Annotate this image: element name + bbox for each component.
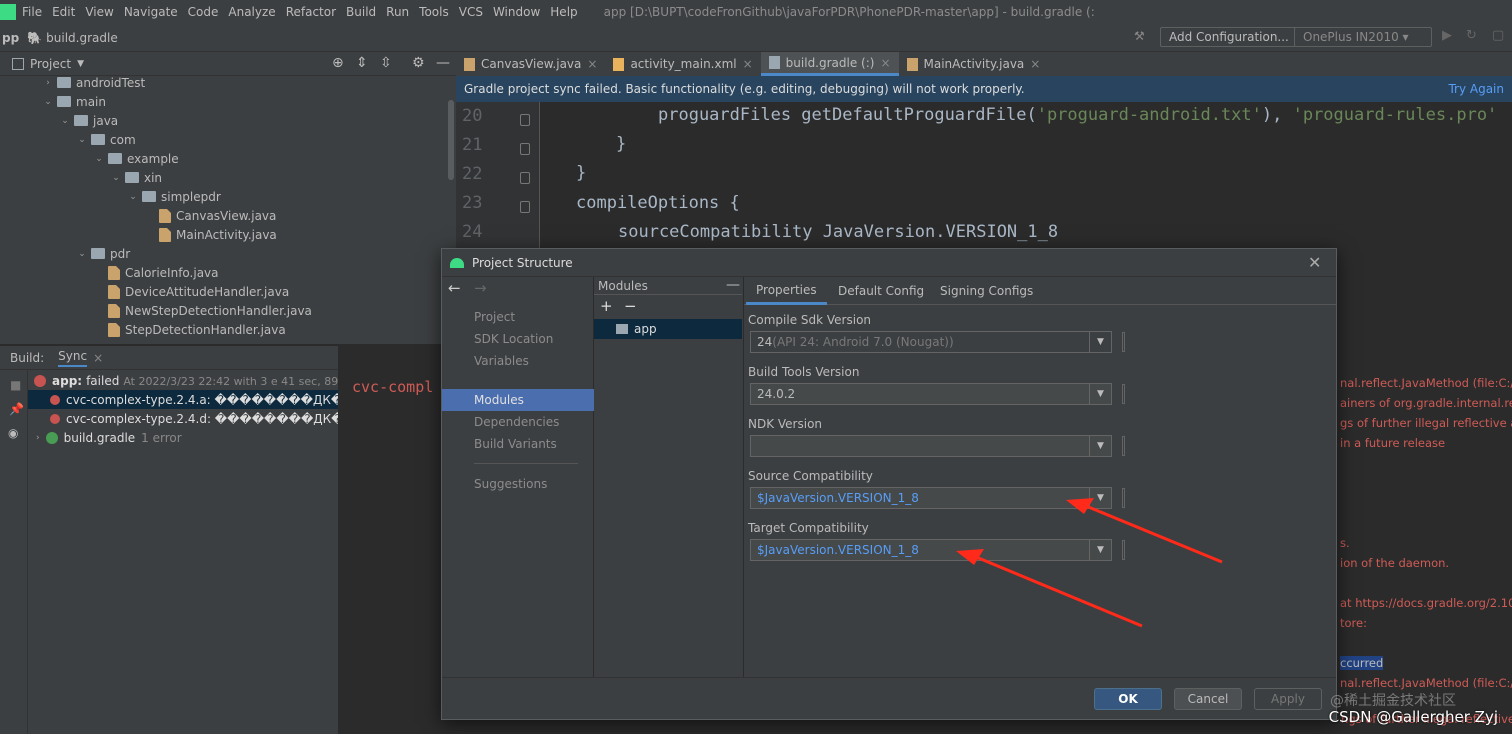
juejin-watermark: @稀土掘金技术社区 (1330, 693, 1456, 709)
red-arrow-1 (1066, 498, 1223, 564)
red-arrow-2 (956, 549, 1143, 628)
csdn-watermark: CSDN @Gallergher Zyj (1328, 708, 1498, 726)
annotation-arrows (956, 498, 1223, 628)
